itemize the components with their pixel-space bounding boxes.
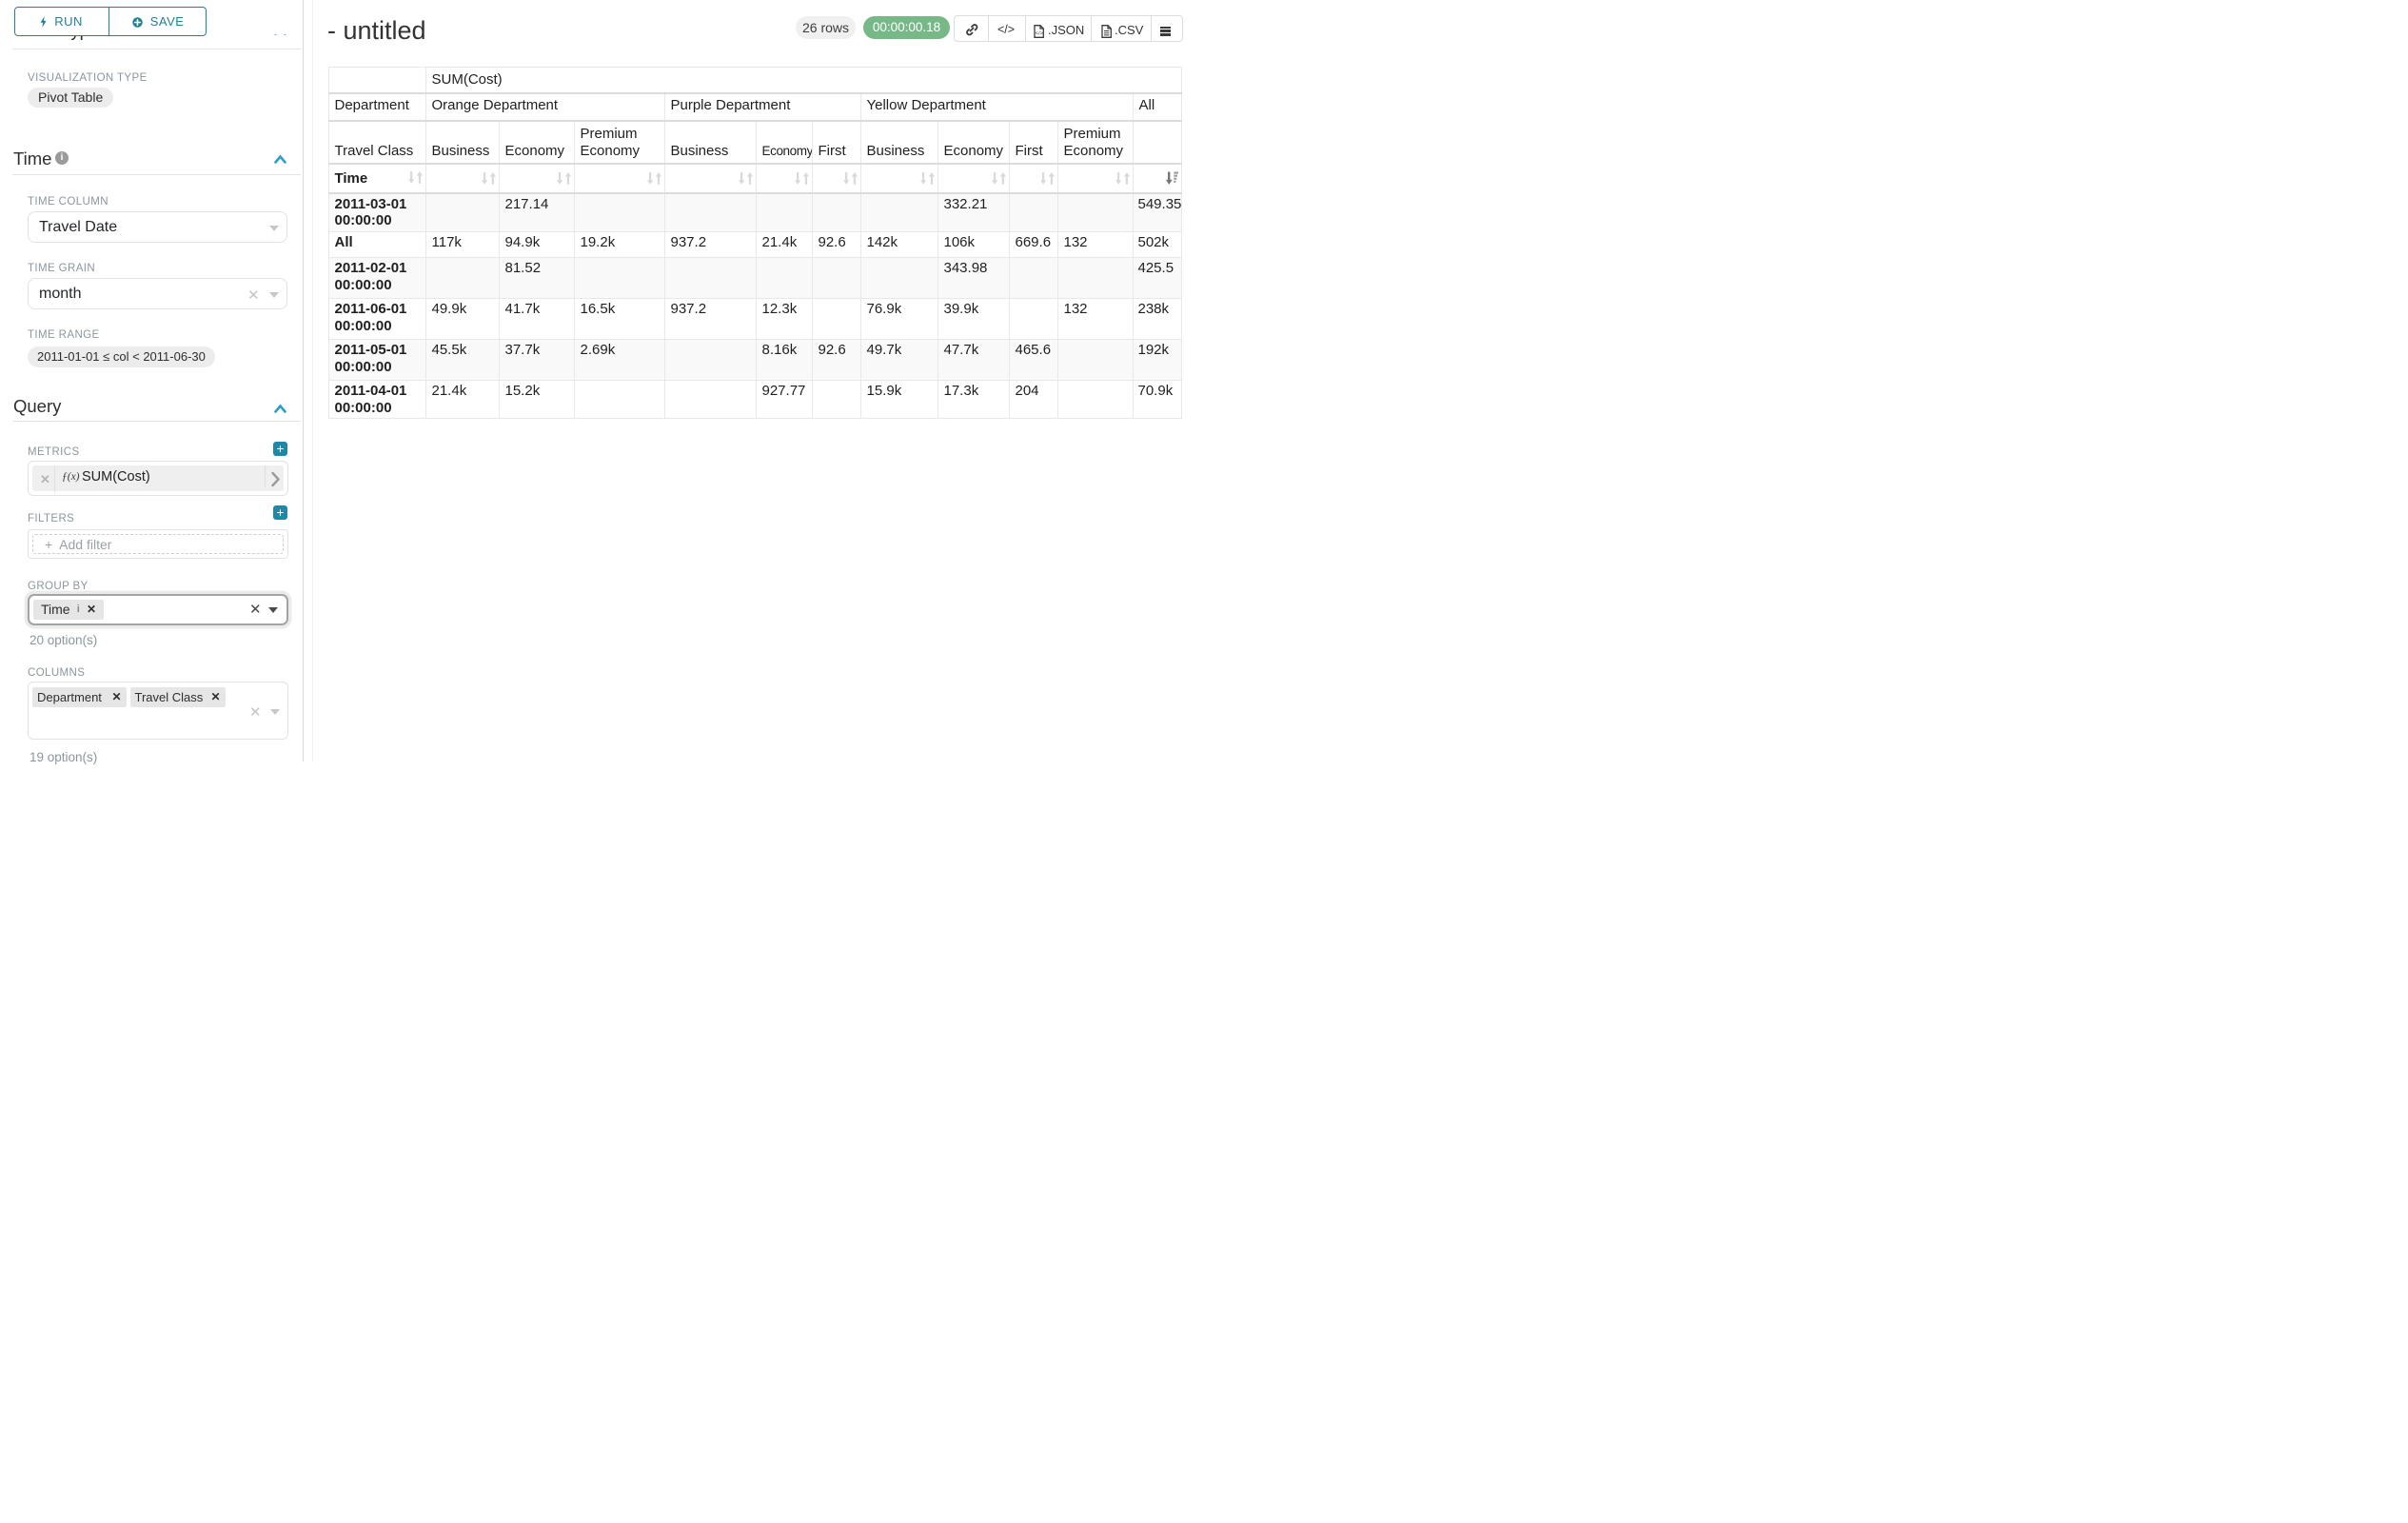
svg-text:</>: </>	[1036, 31, 1043, 37]
